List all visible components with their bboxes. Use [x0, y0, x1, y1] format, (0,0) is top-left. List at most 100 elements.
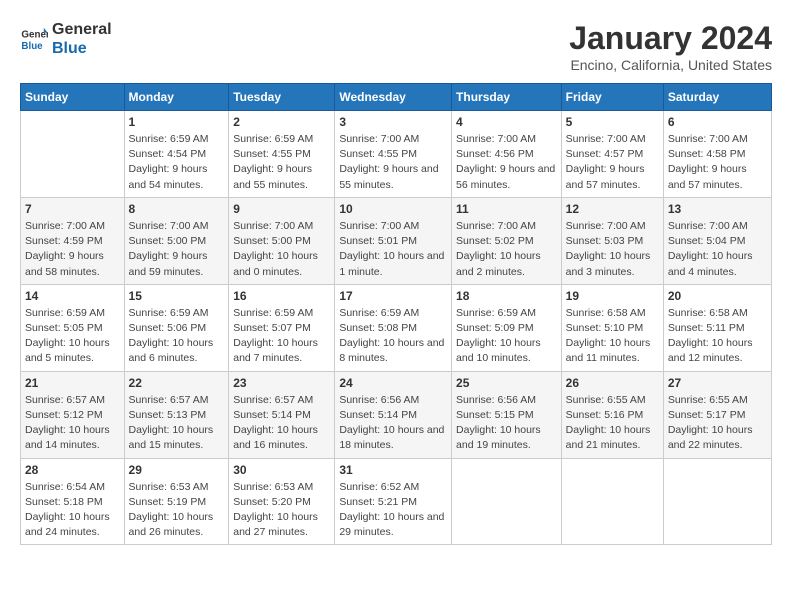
day-number: 9 — [233, 202, 330, 216]
day-number: 8 — [129, 202, 225, 216]
calendar-week-1: 1 Sunrise: 6:59 AMSunset: 4:54 PMDaylight… — [21, 111, 772, 198]
calendar-cell: 19Sunrise: 6:58 AMSunset: 5:10 PMDayligh… — [561, 284, 663, 371]
calendar-cell: 5 Sunrise: 7:00 AMSunset: 4:57 PMDaylight… — [561, 111, 663, 198]
calendar-cell: 24Sunrise: 6:56 AMSunset: 5:14 PMDayligh… — [335, 371, 452, 458]
logo-text-blue: Blue — [52, 39, 112, 58]
day-info: Sunrise: 6:59 AMSunset: 4:54 PMDaylight:… — [129, 132, 225, 193]
calendar-cell: 26 Sunrise: 6:55 AMSunset: 5:16 PMDayligh… — [561, 371, 663, 458]
day-number: 3 — [339, 115, 447, 129]
day-info: Sunrise: 6:55 AMSunset: 5:16 PMDaylight:… — [566, 393, 659, 454]
calendar-cell: 25 Sunrise: 6:56 AMSunset: 5:15 PMDayligh… — [452, 371, 562, 458]
calendar-week-4: 21 Sunrise: 6:57 AMSunset: 5:12 PMDayligh… — [21, 371, 772, 458]
weekday-header-friday: Friday — [561, 84, 663, 111]
calendar-cell — [561, 458, 663, 545]
calendar-cell: 4Sunrise: 7:00 AMSunset: 4:56 PMDaylight… — [452, 111, 562, 198]
calendar-cell: 9Sunrise: 7:00 AMSunset: 5:00 PMDaylight… — [229, 197, 335, 284]
weekday-header-thursday: Thursday — [452, 84, 562, 111]
day-info: Sunrise: 6:53 AMSunset: 5:20 PMDaylight:… — [233, 480, 330, 541]
calendar-cell: 21 Sunrise: 6:57 AMSunset: 5:12 PMDayligh… — [21, 371, 125, 458]
location: Encino, California, United States — [569, 57, 772, 73]
day-info: Sunrise: 6:54 AMSunset: 5:18 PMDaylight:… — [25, 480, 120, 541]
day-number: 26 — [566, 376, 659, 390]
calendar-cell — [452, 458, 562, 545]
calendar-cell: 7 Sunrise: 7:00 AMSunset: 4:59 PMDaylight… — [21, 197, 125, 284]
day-info: Sunrise: 6:59 AMSunset: 4:55 PMDaylight:… — [233, 132, 330, 193]
day-number: 4 — [456, 115, 557, 129]
day-number: 6 — [668, 115, 767, 129]
day-number: 21 — [25, 376, 120, 390]
day-info: Sunrise: 7:00 AMSunset: 4:58 PMDaylight:… — [668, 132, 767, 193]
logo-text-general: General — [52, 20, 112, 39]
logo-icon: General Blue — [20, 25, 48, 53]
day-info: Sunrise: 6:58 AMSunset: 5:11 PMDaylight:… — [668, 306, 767, 367]
day-info: Sunrise: 6:59 AMSunset: 5:07 PMDaylight:… — [233, 306, 330, 367]
calendar-cell: 16 Sunrise: 6:59 AMSunset: 5:07 PMDayligh… — [229, 284, 335, 371]
calendar-cell — [21, 111, 125, 198]
day-info: Sunrise: 7:00 AMSunset: 4:59 PMDaylight:… — [25, 219, 120, 280]
day-number: 31 — [339, 463, 447, 477]
day-info: Sunrise: 6:59 AMSunset: 5:05 PMDaylight:… — [25, 306, 120, 367]
day-number: 16 — [233, 289, 330, 303]
calendar-cell: 30Sunrise: 6:53 AMSunset: 5:20 PMDayligh… — [229, 458, 335, 545]
calendar-cell: 31Sunrise: 6:52 AMSunset: 5:21 PMDayligh… — [335, 458, 452, 545]
weekday-header-wednesday: Wednesday — [335, 84, 452, 111]
calendar-body: 1 Sunrise: 6:59 AMSunset: 4:54 PMDaylight… — [21, 111, 772, 545]
day-number: 1 — [129, 115, 225, 129]
weekday-header-row: SundayMondayTuesdayWednesdayThursdayFrid… — [21, 84, 772, 111]
calendar-cell: 10 Sunrise: 7:00 AMSunset: 5:01 PMDayligh… — [335, 197, 452, 284]
day-number: 23 — [233, 376, 330, 390]
weekday-header-monday: Monday — [124, 84, 229, 111]
calendar-cell — [663, 458, 771, 545]
day-number: 7 — [25, 202, 120, 216]
weekday-header-tuesday: Tuesday — [229, 84, 335, 111]
day-info: Sunrise: 6:58 AMSunset: 5:10 PMDaylight:… — [566, 306, 659, 367]
calendar-cell: 15 Sunrise: 6:59 AMSunset: 5:06 PMDayligh… — [124, 284, 229, 371]
calendar-cell: 3 Sunrise: 7:00 AMSunset: 4:55 PMDaylight… — [335, 111, 452, 198]
day-number: 20 — [668, 289, 767, 303]
day-info: Sunrise: 7:00 AMSunset: 4:55 PMDaylight:… — [339, 132, 447, 193]
logo: General Blue General Blue — [20, 20, 112, 58]
day-info: Sunrise: 7:00 AMSunset: 4:57 PMDaylight:… — [566, 132, 659, 193]
calendar-cell: 27Sunrise: 6:55 AMSunset: 5:17 PMDayligh… — [663, 371, 771, 458]
day-number: 11 — [456, 202, 557, 216]
day-number: 2 — [233, 115, 330, 129]
weekday-header-sunday: Sunday — [21, 84, 125, 111]
calendar-cell: 23 Sunrise: 6:57 AMSunset: 5:14 PMDayligh… — [229, 371, 335, 458]
day-number: 25 — [456, 376, 557, 390]
calendar-cell: 14 Sunrise: 6:59 AMSunset: 5:05 PMDayligh… — [21, 284, 125, 371]
day-number: 13 — [668, 202, 767, 216]
day-number: 27 — [668, 376, 767, 390]
day-number: 24 — [339, 376, 447, 390]
calendar-cell: 1 Sunrise: 6:59 AMSunset: 4:54 PMDaylight… — [124, 111, 229, 198]
day-info: Sunrise: 7:00 AMSunset: 5:00 PMDaylight:… — [129, 219, 225, 280]
day-info: Sunrise: 6:56 AMSunset: 5:15 PMDaylight:… — [456, 393, 557, 454]
day-info: Sunrise: 6:57 AMSunset: 5:14 PMDaylight:… — [233, 393, 330, 454]
day-info: Sunrise: 6:53 AMSunset: 5:19 PMDaylight:… — [129, 480, 225, 541]
svg-text:Blue: Blue — [21, 41, 43, 52]
day-number: 28 — [25, 463, 120, 477]
day-info: Sunrise: 6:59 AMSunset: 5:06 PMDaylight:… — [129, 306, 225, 367]
day-number: 5 — [566, 115, 659, 129]
title-block: January 2024 Encino, California, United … — [569, 20, 772, 73]
day-info: Sunrise: 7:00 AMSunset: 5:03 PMDaylight:… — [566, 219, 659, 280]
calendar-cell: 13 Sunrise: 7:00 AMSunset: 5:04 PMDayligh… — [663, 197, 771, 284]
day-number: 10 — [339, 202, 447, 216]
calendar-cell: 22Sunrise: 6:57 AMSunset: 5:13 PMDayligh… — [124, 371, 229, 458]
day-info: Sunrise: 6:57 AMSunset: 5:12 PMDaylight:… — [25, 393, 120, 454]
day-number: 17 — [339, 289, 447, 303]
calendar-cell: 17 Sunrise: 6:59 AMSunset: 5:08 PMDayligh… — [335, 284, 452, 371]
calendar-table: SundayMondayTuesdayWednesdayThursdayFrid… — [20, 83, 772, 545]
day-info: Sunrise: 7:00 AMSunset: 5:01 PMDaylight:… — [339, 219, 447, 280]
day-number: 15 — [129, 289, 225, 303]
calendar-cell: 6 Sunrise: 7:00 AMSunset: 4:58 PMDaylight… — [663, 111, 771, 198]
weekday-header-saturday: Saturday — [663, 84, 771, 111]
day-info: Sunrise: 7:00 AMSunset: 5:02 PMDaylight:… — [456, 219, 557, 280]
day-info: Sunrise: 7:00 AMSunset: 5:04 PMDaylight:… — [668, 219, 767, 280]
day-number: 18 — [456, 289, 557, 303]
day-number: 29 — [129, 463, 225, 477]
day-info: Sunrise: 6:59 AMSunset: 5:08 PMDaylight:… — [339, 306, 447, 367]
calendar-week-3: 14 Sunrise: 6:59 AMSunset: 5:05 PMDayligh… — [21, 284, 772, 371]
calendar-cell: 20 Sunrise: 6:58 AMSunset: 5:11 PMDayligh… — [663, 284, 771, 371]
calendar-cell: 8 Sunrise: 7:00 AMSunset: 5:00 PMDaylight… — [124, 197, 229, 284]
day-number: 14 — [25, 289, 120, 303]
